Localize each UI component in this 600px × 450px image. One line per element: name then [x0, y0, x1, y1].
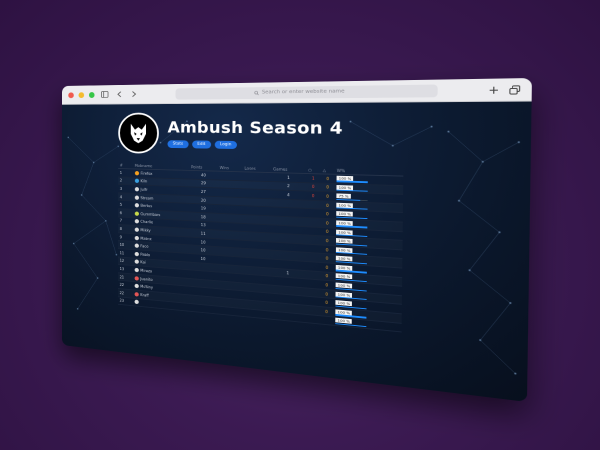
winrate: 100 %	[336, 202, 368, 211]
edit-button[interactable]: Edit	[191, 140, 211, 149]
page-content: Ambush Season 4 Stats Edit Login # Mobna…	[62, 101, 532, 402]
winrate-label: 100 %	[336, 220, 353, 226]
winrate-label: 100 %	[336, 184, 354, 190]
player-name: Kraff	[140, 292, 149, 298]
avatar	[134, 170, 139, 176]
triangle-cell: 0	[320, 173, 335, 184]
browser-window: Search or enter website name Ambush Seas…	[62, 77, 532, 402]
avatar	[134, 291, 139, 297]
player-name: Mikky	[140, 227, 151, 233]
avatar	[134, 267, 139, 273]
player: Julfr	[134, 187, 188, 193]
address-bar[interactable]: Search or enter website name	[175, 84, 438, 100]
player-name: Firefox	[140, 171, 153, 176]
new-tab-icon[interactable]	[486, 84, 500, 96]
avatar	[134, 219, 139, 224]
forward-icon[interactable]	[129, 89, 139, 99]
mockup-stage: Search or enter website name Ambush Seas…	[0, 0, 600, 450]
winrate-label: 100 %	[336, 238, 353, 244]
player-name: Charlie	[140, 219, 154, 225]
wolf-emblem-icon	[130, 123, 147, 144]
team-logo	[118, 112, 159, 154]
login-button[interactable]: Login	[214, 140, 237, 149]
browser-toolbar: Search or enter website name	[62, 77, 532, 105]
avatar	[134, 251, 139, 257]
winrate: 75 %	[336, 193, 368, 201]
avatar	[134, 235, 139, 240]
winrate-label: 100 %	[336, 229, 353, 235]
avatar	[134, 227, 139, 232]
leaderboard-table: # Mobname Points Wins Loses Games ○ △ W%…	[117, 161, 404, 333]
wins-cell	[217, 305, 242, 317]
player: Stream	[134, 195, 188, 201]
player-name: Juanito	[140, 276, 153, 282]
search-icon	[254, 90, 259, 95]
page-title: Ambush Season 4	[167, 118, 343, 139]
rank-cell: 23	[117, 296, 133, 306]
winrate-label: 75 %	[336, 193, 351, 199]
close-window-button[interactable]	[68, 91, 74, 98]
avatar	[134, 299, 139, 305]
winrate: 100 %	[336, 229, 368, 238]
circle-cell	[304, 313, 320, 325]
avatar	[134, 195, 139, 200]
avatar	[134, 178, 139, 184]
player-name: Kiln	[140, 179, 148, 184]
player-name: Matrıx	[140, 235, 152, 241]
winrate-label: 100 %	[336, 202, 354, 208]
avatar	[134, 283, 139, 289]
player-name: Gummbars	[140, 211, 161, 217]
avatar	[134, 203, 139, 208]
page-header: Ambush Season 4 Stats Edit Login	[118, 112, 343, 157]
address-placeholder: Search or enter website name	[261, 88, 345, 96]
maximize-window-button[interactable]	[88, 91, 95, 98]
winrate-label: 100 %	[336, 175, 354, 181]
avatar	[134, 243, 139, 249]
sidebar-icon[interactable]	[99, 89, 109, 99]
avatar	[134, 187, 139, 192]
triangle-cell	[319, 315, 334, 326]
avatar	[134, 259, 139, 265]
minimize-window-button[interactable]	[78, 91, 85, 98]
winrate: 100 %	[336, 211, 368, 220]
player-name: Julfr	[140, 187, 148, 192]
avatar	[134, 275, 139, 281]
player-name: Faco	[140, 243, 149, 249]
winrate: 100 %	[336, 175, 368, 183]
player-name: McSiny	[140, 284, 153, 290]
stats-button[interactable]: Stats	[167, 140, 189, 149]
winrate-label: 100 %	[336, 247, 353, 253]
player-name: Bertus	[140, 203, 153, 209]
winrate: 100 %	[335, 318, 367, 328]
winrate: 100 %	[336, 184, 368, 192]
avatar	[134, 211, 139, 216]
winrate-label: 100 %	[336, 211, 354, 217]
player-name: Kai	[140, 260, 146, 265]
player: Firefox	[134, 170, 188, 177]
back-icon[interactable]	[114, 89, 124, 99]
leaderboard-body: 1 Firefox 40 1 1 0 100 % 2 Kiln 29 2 0 0 100 % 3 Julfr 2…	[117, 168, 404, 333]
player-name: Pablo	[140, 252, 150, 257]
player: Kiln	[134, 178, 188, 185]
circle-cell: 1	[305, 173, 321, 183]
header-buttons: Stats Edit Login	[167, 140, 342, 150]
winrate: 100 %	[336, 220, 368, 229]
player-name: Stream	[140, 195, 154, 201]
tabs-overview-icon[interactable]	[507, 83, 522, 95]
player-name: Mirazo	[140, 268, 153, 274]
